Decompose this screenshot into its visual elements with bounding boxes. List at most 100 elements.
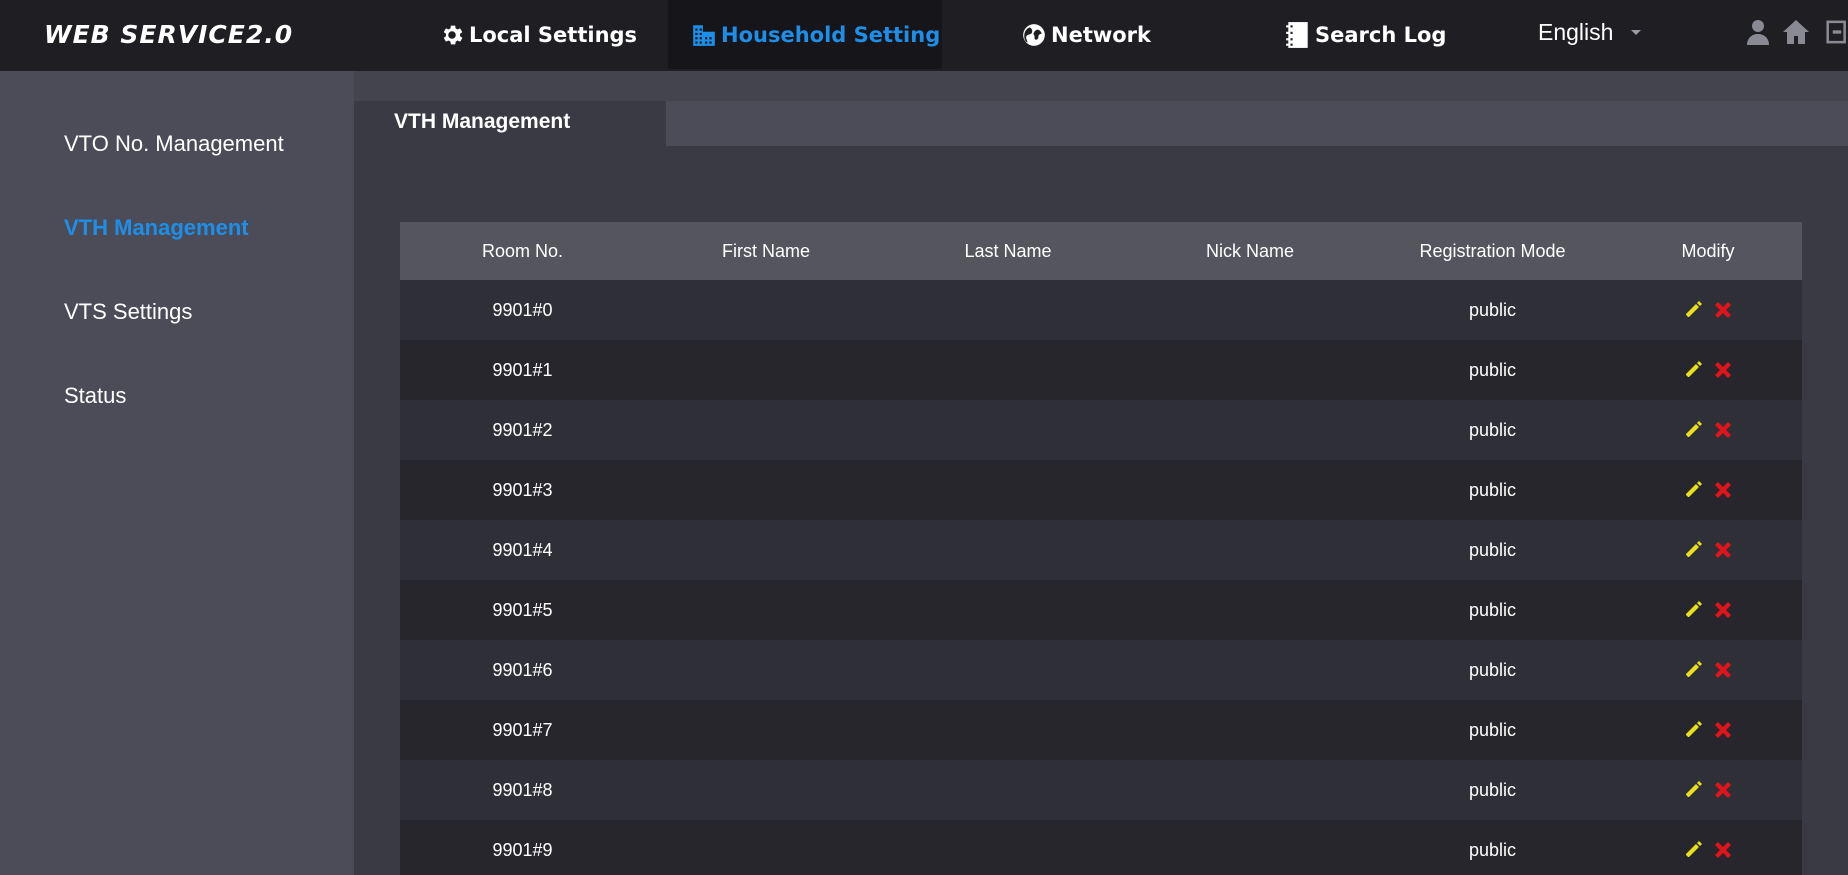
nav-household-setting[interactable]: Household Setting [668, 0, 942, 69]
cell-room-no: 9901#6 [492, 659, 553, 680]
cell-room-no: 9901#4 [492, 539, 553, 560]
delete-x-icon[interactable] [1710, 357, 1736, 383]
cell-modify [1614, 640, 1802, 700]
table-row: 9901#9 public [400, 820, 1802, 875]
pencil-icon[interactable] [1680, 777, 1706, 803]
cell-nick-name [1129, 520, 1371, 580]
delete-x-icon[interactable] [1710, 657, 1736, 683]
table-row: 9901#5 public [400, 580, 1802, 640]
cell-room-no: 9901#5 [492, 599, 553, 620]
top-bar: WEB SERVICE2.0 Local Settings Household … [0, 0, 1848, 71]
cell-modify [1614, 400, 1802, 460]
delete-x-icon[interactable] [1710, 537, 1736, 563]
column-header-nick-name: Nick Name [1205, 240, 1294, 261]
pencil-icon[interactable] [1680, 717, 1706, 743]
globe-icon [1020, 21, 1048, 49]
language-select[interactable]: English [1538, 0, 1642, 65]
pencil-icon[interactable] [1680, 597, 1706, 623]
sidebar-item-status[interactable]: Status [64, 383, 126, 409]
cell-registration-mode: public [1468, 539, 1517, 560]
cell-room-no: 9901#1 [492, 359, 553, 380]
cell-modify [1614, 460, 1802, 520]
delete-x-icon[interactable] [1710, 417, 1736, 443]
cell-last-name [887, 520, 1129, 580]
nav-local-settings-label: Local Settings [469, 22, 638, 47]
cell-nick-name [1129, 400, 1371, 460]
cell-nick-name [1129, 700, 1371, 760]
cell-modify [1614, 520, 1802, 580]
caret-down-icon [1631, 30, 1642, 35]
pencil-icon[interactable] [1680, 417, 1706, 443]
pencil-icon[interactable] [1680, 357, 1706, 383]
cell-room-no: 9901#0 [492, 299, 553, 320]
cell-registration-mode: public [1468, 299, 1517, 320]
table-row: 9901#4 public [400, 520, 1802, 580]
cell-registration-mode: public [1468, 719, 1517, 740]
cell-modify [1614, 340, 1802, 400]
home-icon[interactable] [1782, 16, 1810, 48]
logo: WEB SERVICE2.0 [44, 20, 294, 49]
sidebar-item-vto-no-management[interactable]: VTO No. Management [64, 131, 284, 157]
table-header-row: Room No. First Name Last Name Nick Name … [400, 222, 1802, 280]
sidebar-item-vts-settings[interactable]: VTS Settings [64, 299, 192, 325]
nav-household-setting-label: Household Setting [721, 22, 941, 47]
cell-first-name [645, 340, 887, 400]
cell-last-name [887, 340, 1129, 400]
pencil-icon[interactable] [1680, 657, 1706, 683]
delete-x-icon[interactable] [1710, 477, 1736, 503]
table-row: 9901#2 public [400, 400, 1802, 460]
cell-first-name [645, 520, 887, 580]
cell-nick-name [1129, 280, 1371, 340]
cell-first-name [645, 460, 887, 520]
pencil-icon[interactable] [1680, 297, 1706, 323]
nav-search-log[interactable]: Search Log [1284, 0, 1446, 69]
cell-nick-name [1129, 340, 1371, 400]
gear-icon [438, 21, 466, 49]
cell-first-name [645, 400, 887, 460]
cell-last-name [887, 460, 1129, 520]
delete-x-icon[interactable] [1710, 717, 1736, 743]
cell-room-no: 9901#3 [492, 479, 553, 500]
cell-modify [1614, 760, 1802, 820]
cell-first-name [645, 640, 887, 700]
tab-vth-management[interactable]: VTH Management [354, 101, 666, 146]
table-row: 9901#1 public [400, 340, 1802, 400]
logout-icon[interactable] [1826, 16, 1848, 48]
cell-modify [1614, 700, 1802, 760]
delete-x-icon[interactable] [1710, 777, 1736, 803]
cell-registration-mode: public [1468, 419, 1517, 440]
delete-x-icon[interactable] [1710, 837, 1736, 863]
column-header-last-name: Last Name [964, 240, 1052, 261]
log-icon [1284, 21, 1312, 49]
pencil-icon[interactable] [1680, 837, 1706, 863]
cell-registration-mode: public [1468, 479, 1517, 500]
delete-x-icon[interactable] [1710, 597, 1736, 623]
column-header-first-name: First Name [721, 240, 810, 261]
table-row: 9901#3 public [400, 460, 1802, 520]
table-row: 9901#6 public [400, 640, 1802, 700]
cell-registration-mode: public [1468, 599, 1517, 620]
cell-registration-mode: public [1468, 659, 1517, 680]
cell-last-name [887, 400, 1129, 460]
cell-modify [1614, 820, 1802, 875]
delete-x-icon[interactable] [1710, 297, 1736, 323]
nav-local-settings[interactable]: Local Settings [438, 0, 637, 69]
table-row: 9901#7 public [400, 700, 1802, 760]
cell-last-name [887, 280, 1129, 340]
building-icon [690, 21, 718, 49]
column-header-modify: Modify [1681, 240, 1735, 261]
nav-network[interactable]: Network [1020, 0, 1151, 69]
cell-nick-name [1129, 580, 1371, 640]
cell-first-name [645, 700, 887, 760]
cell-room-no: 9901#7 [492, 719, 553, 740]
table-row: 9901#8 public [400, 760, 1802, 820]
nav-search-log-label: Search Log [1315, 22, 1447, 47]
cell-last-name [887, 820, 1129, 875]
cell-registration-mode: public [1468, 779, 1517, 800]
user-icon[interactable] [1744, 16, 1772, 48]
pencil-icon[interactable] [1680, 537, 1706, 563]
cell-last-name [887, 640, 1129, 700]
cell-nick-name [1129, 820, 1371, 875]
sidebar-item-vth-management[interactable]: VTH Management [64, 215, 249, 241]
pencil-icon[interactable] [1680, 477, 1706, 503]
